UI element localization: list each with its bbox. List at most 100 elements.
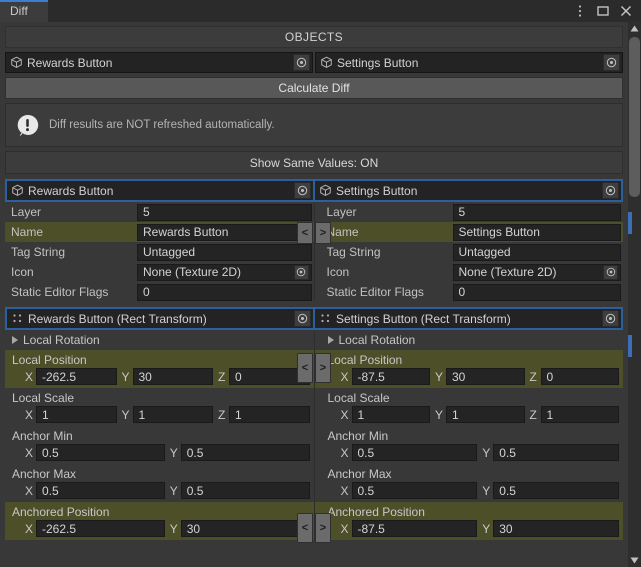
- property-value-field[interactable]: Untagged: [137, 243, 312, 261]
- axis-label: Y: [169, 445, 178, 460]
- gameobject-left-picker-icon[interactable]: [294, 182, 311, 199]
- axis-z-field[interactable]: Z1: [530, 406, 619, 423]
- property-value-field[interactable]: Untagged: [452, 243, 621, 261]
- recttransform-left-picker-icon[interactable]: [294, 310, 311, 327]
- axis-x-field[interactable]: X -262.5: [25, 368, 117, 385]
- axis-y-field[interactable]: Y 0.5: [170, 444, 310, 461]
- axis-x-field[interactable]: X -87.5: [341, 520, 478, 537]
- copy-left-button[interactable]: <: [297, 513, 313, 543]
- table-row: Tag String Untagged: [5, 242, 314, 262]
- anchored-position-row: Anchored Position X -87.5 Y 30: [314, 502, 623, 540]
- close-icon[interactable]: [619, 4, 633, 18]
- right-object-field[interactable]: Settings Button: [315, 52, 623, 73]
- copy-left-button[interactable]: <: [297, 353, 313, 383]
- axis-y-field[interactable]: Y 0.5: [482, 444, 619, 461]
- axis-y-field[interactable]: Y1: [435, 406, 525, 423]
- calculate-diff-button[interactable]: Calculate Diff: [5, 77, 623, 99]
- gameobject-left-header-label: Rewards Button: [28, 183, 114, 198]
- axis-y-field[interactable]: Y 30: [170, 520, 310, 537]
- property-value-field[interactable]: 0: [137, 283, 312, 301]
- recttransform-left-header[interactable]: Rewards Button (Rect Transform): [7, 309, 313, 328]
- property-value: 0: [458, 285, 466, 299]
- recttransform-right-header[interactable]: Settings Button (Rect Transform): [313, 309, 621, 328]
- axis-label: Y: [435, 369, 444, 384]
- gameobject-property-rows: Layer 5 Name Rewards Button Tag String U…: [5, 202, 623, 302]
- property-value-field[interactable]: Settings Button: [452, 223, 621, 241]
- axis-x-field[interactable]: X1: [340, 406, 430, 423]
- axis-y-field[interactable]: Y 0.5: [482, 482, 619, 499]
- axis-y-field[interactable]: Y 30: [482, 520, 619, 537]
- warning-text: Diff results are NOT refreshed automatic…: [49, 119, 275, 131]
- property-value-field[interactable]: 0: [452, 283, 621, 301]
- axis-value: 1: [229, 406, 310, 423]
- axis-value: 0: [540, 368, 619, 385]
- copy-left-button[interactable]: <: [297, 222, 313, 244]
- axis-x-field[interactable]: X 0.5: [25, 482, 165, 499]
- axis-y-field[interactable]: Y 30: [122, 368, 213, 385]
- property-value-field[interactable]: Rewards Button: [137, 223, 312, 241]
- object-selector-row: Rewards Button Settings Button: [5, 52, 623, 73]
- local-position-row: Local Position X -262.5 Y 30 Z0: [5, 350, 314, 388]
- gameobject-left-header[interactable]: Rewards Button: [7, 181, 313, 200]
- gameobject-right-header[interactable]: Settings Button: [313, 181, 621, 200]
- axis-label: X: [340, 407, 349, 422]
- axis-x-field[interactable]: X -262.5: [25, 520, 165, 537]
- icon-object-picker-icon[interactable]: [293, 264, 309, 280]
- tab-diff[interactable]: Diff: [0, 0, 48, 22]
- local-rotation-foldout[interactable]: Local Rotation: [5, 330, 314, 350]
- left-object-field[interactable]: Rewards Button: [5, 52, 313, 73]
- axis-value: 1: [36, 406, 117, 423]
- axis-y-field[interactable]: Y 0.5: [170, 482, 310, 499]
- left-object-picker-icon[interactable]: [293, 54, 310, 71]
- axis-z-field[interactable]: Z0: [218, 368, 310, 385]
- axis-label: Y: [482, 445, 491, 460]
- table-row: Name Rewards Button: [5, 222, 314, 242]
- scroll-up-arrow-icon[interactable]: [630, 22, 639, 35]
- property-value-field[interactable]: 5: [452, 203, 621, 221]
- axis-x-field[interactable]: X -87.5: [341, 368, 430, 385]
- copy-left-label: <: [301, 226, 309, 239]
- property-value: 5: [458, 205, 466, 219]
- axis-label: X: [25, 407, 34, 422]
- property-label: Static Editor Flags: [11, 285, 109, 299]
- axis-x-field[interactable]: X 0.5: [341, 444, 478, 461]
- maximize-icon[interactable]: [596, 4, 610, 18]
- icon-object-picker-icon[interactable]: [603, 264, 618, 280]
- axis-label: Y: [169, 483, 178, 498]
- show-same-values-toggle[interactable]: Show Same Values: ON: [5, 151, 623, 174]
- copy-right-label: >: [319, 361, 327, 374]
- property-value-field[interactable]: None (Texture 2D): [137, 263, 312, 281]
- property-label: Layer: [11, 205, 42, 219]
- axis-y-field[interactable]: Y 30: [435, 368, 525, 385]
- kebab-menu-icon[interactable]: [573, 4, 587, 18]
- rect-transform-icon: [11, 312, 24, 325]
- axis-z-field[interactable]: Z0: [530, 368, 619, 385]
- anchor-max-fields: X 0.5 Y 0.5: [327, 482, 619, 499]
- right-object-picker-icon[interactable]: [603, 54, 620, 71]
- scrollbar-thumb[interactable]: [629, 37, 640, 197]
- axis-x-field[interactable]: X 0.5: [25, 444, 165, 461]
- axis-y-field[interactable]: Y1: [122, 406, 213, 423]
- axis-x-field[interactable]: X 0.5: [341, 482, 478, 499]
- copy-right-button[interactable]: >: [315, 513, 331, 543]
- anchor-min-fields: X 0.5 Y 0.5: [327, 444, 619, 461]
- property-value-field[interactable]: 5: [137, 203, 312, 221]
- axis-x-field[interactable]: X1: [25, 406, 117, 423]
- recttransform-right-picker-icon[interactable]: [602, 310, 619, 327]
- axis-z-field[interactable]: Z1: [218, 406, 310, 423]
- axis-value: 0.5: [351, 444, 478, 461]
- property-value-field[interactable]: None (Texture 2D): [452, 263, 621, 281]
- local-rotation-foldout[interactable]: Local Rotation: [314, 330, 623, 350]
- window-body: OBJECTS Rewards Button Settings Button C…: [0, 22, 641, 567]
- copy-right-button[interactable]: >: [315, 222, 331, 244]
- copy-right-button[interactable]: >: [315, 353, 331, 383]
- anchor-max-label: Anchor Max: [12, 467, 77, 481]
- scroll-down-arrow-icon[interactable]: [630, 554, 639, 567]
- copy-right-label: >: [319, 521, 327, 534]
- calculate-diff-label: Calculate Diff: [278, 81, 350, 95]
- axis-value: 0.5: [493, 482, 619, 499]
- vertical-scrollbar[interactable]: [628, 22, 641, 567]
- gameobject-right-picker-icon[interactable]: [602, 182, 619, 199]
- scrollbar-track[interactable]: [628, 35, 641, 554]
- axis-value: 30: [493, 520, 619, 537]
